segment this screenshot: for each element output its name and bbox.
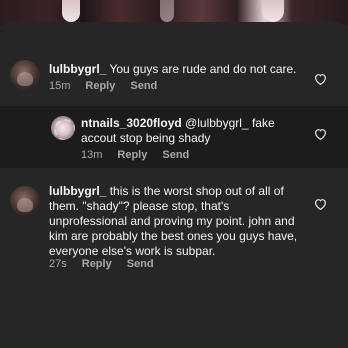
nail-detail <box>160 0 174 22</box>
comment-username[interactable]: ntnails_3020floyd <box>81 116 182 130</box>
avatar[interactable] <box>10 186 40 216</box>
nail-detail <box>262 0 284 22</box>
nail-detail <box>62 0 80 22</box>
avatar[interactable] <box>10 60 40 90</box>
comment-username[interactable]: lulbbygrl_ <box>49 62 106 76</box>
comment-meta: 13m Reply Send <box>81 149 189 162</box>
reply-button[interactable]: Reply <box>117 149 147 162</box>
comment-username[interactable]: lulbbygrl_ <box>49 184 106 198</box>
reply-button[interactable]: Reply <box>85 80 115 93</box>
comment-body: You guys are rude and do not care. <box>109 62 297 76</box>
heart-outline-icon[interactable] <box>314 128 327 140</box>
mention-link[interactable]: @lulbbygrl_ <box>185 116 249 130</box>
heart-outline-icon[interactable] <box>314 73 327 85</box>
reply-button[interactable]: Reply <box>82 258 112 271</box>
heart-outline-icon[interactable] <box>314 198 327 210</box>
send-button[interactable]: Send <box>162 149 189 162</box>
comment-item: lulbbygrl_ this is the worst shop out of… <box>0 180 348 280</box>
comment-time: 27s <box>49 258 67 270</box>
comment-meta: 27s Reply Send <box>49 258 154 271</box>
reply-comment-item: ntnails_3020floyd @lulbbygrl_ fake accou… <box>0 106 348 168</box>
comment-time: 13m <box>81 149 103 161</box>
comment-text: lulbbygrl_ You guys are rude and do not … <box>49 62 309 77</box>
comment-meta: 15m Reply Send <box>49 80 157 93</box>
comment-text: lulbbygrl_ this is the worst shop out of… <box>49 184 299 259</box>
comment-time: 15m <box>49 80 71 92</box>
avatar[interactable] <box>51 116 75 140</box>
comment-item: lulbbygrl_ You guys are rude and do not … <box>0 56 348 96</box>
send-button[interactable]: Send <box>130 80 157 93</box>
comment-text: ntnails_3020floyd @lulbbygrl_ fake accou… <box>81 116 281 146</box>
send-button[interactable]: Send <box>127 258 154 271</box>
